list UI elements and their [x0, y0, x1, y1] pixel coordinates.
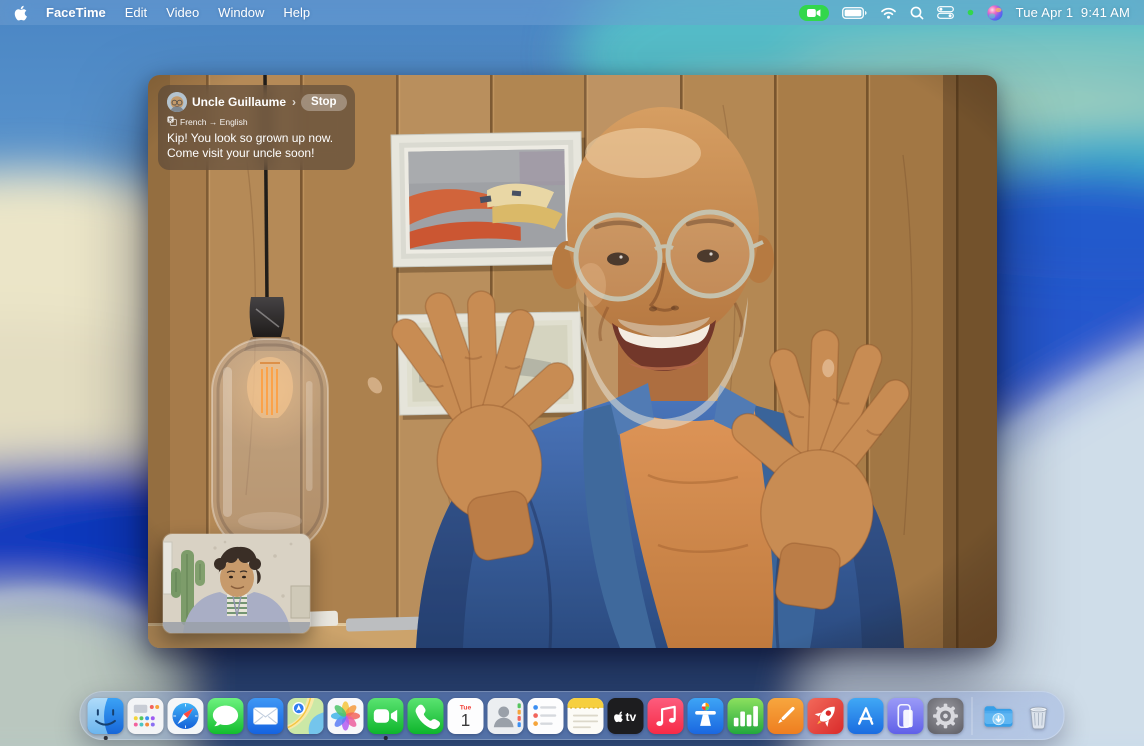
dock-item-keynote[interactable] [688, 698, 724, 734]
svg-text:1: 1 [461, 710, 471, 729]
pages-icon [768, 698, 804, 734]
menu-video[interactable]: Video [166, 5, 199, 20]
dock-item-numbers[interactable] [728, 698, 764, 734]
games-rocket-icon [808, 698, 844, 734]
dock-item-safari[interactable] [168, 698, 204, 734]
numbers-icon [728, 698, 764, 734]
svg-text:tv: tv [626, 709, 637, 723]
mail-icon [248, 698, 284, 734]
calendar-icon: Tue1 [448, 698, 484, 734]
dock-item-launchpad[interactable] [128, 698, 164, 734]
system-settings-gear-icon [928, 698, 964, 734]
running-indicator [384, 736, 388, 740]
dock-item-finder[interactable] [88, 698, 124, 734]
camera-active-indicator[interactable] [799, 5, 829, 21]
contacts-icon [488, 698, 524, 734]
facetime-window[interactable]: Uncle Guillaume › Stop French → English … [148, 75, 997, 648]
caption-line: Come visit your uncle soon! [167, 146, 346, 162]
translation-direction: French → English [180, 117, 248, 127]
caller-name[interactable]: Uncle Guillaume [192, 95, 286, 109]
apple-tv-icon: tv [608, 698, 644, 734]
dock-item-trash[interactable] [1021, 698, 1057, 734]
dock-item-phone[interactable] [408, 698, 444, 734]
siri-icon[interactable] [987, 5, 1003, 21]
dock-item-facetime[interactable] [368, 698, 404, 734]
caller-avatar[interactable] [167, 92, 187, 112]
dock-item-calendar[interactable]: Tue1 [448, 698, 484, 734]
launchpad-icon [128, 698, 164, 734]
downloads-folder-icon [981, 698, 1017, 734]
control-center-icon[interactable] [937, 6, 954, 19]
dock: Tue1 tv [80, 691, 1065, 740]
self-view-pip[interactable] [163, 534, 310, 633]
dock-divider [972, 697, 973, 735]
dock-item-photos[interactable] [328, 698, 364, 734]
spotlight-search-icon[interactable] [910, 6, 924, 20]
keynote-icon [688, 698, 724, 734]
dock-item-downloads-folder[interactable] [981, 698, 1017, 734]
self-view-video [163, 534, 310, 633]
uncle-guillaume-memoji-icon [167, 92, 187, 112]
dock-item-notes[interactable] [568, 698, 604, 734]
menu-window[interactable]: Window [218, 5, 264, 20]
trash-icon [1021, 698, 1057, 734]
translate-icon [167, 116, 177, 128]
menu-bar: FaceTime Edit Video Window Help [0, 0, 1144, 25]
chevron-right-icon[interactable]: › [292, 95, 296, 109]
iphone-mirroring-icon [888, 698, 924, 734]
menu-facetime[interactable]: FaceTime [46, 5, 106, 20]
dock-item-app-store[interactable] [848, 698, 884, 734]
dock-item-games[interactable] [808, 698, 844, 734]
apple-logo-icon [14, 5, 27, 21]
facetime-icon [368, 698, 404, 734]
desktop: FaceTime Edit Video Window Help [0, 0, 1144, 746]
dock-item-messages[interactable] [208, 698, 244, 734]
menu-bar-clock[interactable]: Tue Apr 1 9:41 AM [1016, 5, 1130, 20]
dock-item-pages[interactable] [768, 698, 804, 734]
reminders-icon [528, 698, 564, 734]
dock-item-contacts[interactable] [488, 698, 524, 734]
menu-edit[interactable]: Edit [125, 5, 147, 20]
running-indicator [104, 736, 108, 740]
music-icon [648, 698, 684, 734]
video-camera-icon [807, 8, 821, 18]
dock-item-system-settings[interactable] [928, 698, 964, 734]
caption-line: Kip! You look so grown up now. [167, 131, 346, 147]
camera-in-use-dot [967, 9, 974, 16]
dock-item-reminders[interactable] [528, 698, 564, 734]
finder-icon [88, 698, 124, 734]
app-store-icon [848, 698, 884, 734]
wifi-icon[interactable] [880, 7, 897, 19]
menu-help[interactable]: Help [283, 5, 310, 20]
dock-item-music[interactable] [648, 698, 684, 734]
photos-icon [328, 698, 364, 734]
dock-item-iphone-mirroring[interactable] [888, 698, 924, 734]
maps-icon [288, 698, 324, 734]
notes-icon [568, 698, 604, 734]
safari-icon [168, 698, 204, 734]
dock-item-mail[interactable] [248, 698, 284, 734]
phone-icon [408, 698, 444, 734]
live-caption-overlay: Uncle Guillaume › Stop French → English … [158, 85, 355, 170]
messages-icon [208, 698, 244, 734]
battery-icon[interactable] [842, 7, 867, 19]
stop-translation-button[interactable]: Stop [301, 94, 347, 111]
dock-item-tv[interactable]: tv [608, 698, 644, 734]
apple-menu[interactable] [14, 5, 27, 21]
dock-item-maps[interactable] [288, 698, 324, 734]
